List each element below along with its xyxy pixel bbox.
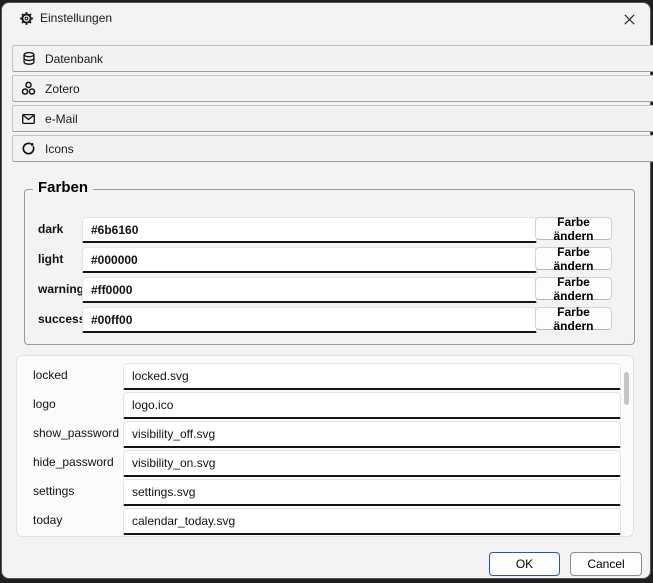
section-header-datenbank[interactable]: Datenbank [12, 45, 653, 72]
colors-group-legend: Farben [33, 179, 93, 196]
color-input-warning[interactable]: #ff0000 [82, 277, 537, 303]
database-icon [21, 51, 36, 66]
settings-dialog: Einstellungen Datenbank [1, 2, 651, 579]
icon-input-settings[interactable]: settings.svg [123, 479, 621, 506]
change-color-button-light[interactable]: Farbe ändern [535, 247, 612, 270]
color-label-warning: warning [38, 277, 84, 300]
section-header-zotero[interactable]: Zotero [12, 75, 653, 102]
icon-input-hide-password[interactable]: visibility_on.svg [123, 450, 621, 477]
section-label: Datenbank [45, 52, 103, 66]
section-label: e-Mail [45, 112, 78, 126]
icon-label-today: today [33, 508, 121, 532]
icon-label-hide-password: hide_password [33, 450, 121, 474]
icon-label-logo: logo [33, 392, 121, 416]
icon-input-show-password[interactable]: visibility_off.svg [123, 421, 621, 448]
envelope-icon [21, 111, 36, 126]
change-color-button-dark[interactable]: Farbe ändern [535, 217, 612, 240]
section-label: Icons [45, 142, 74, 156]
color-label-dark: dark [38, 217, 84, 240]
vertical-scrollbar-thumb[interactable] [624, 372, 629, 405]
close-button[interactable] [614, 8, 644, 30]
icon-label-show-password: show_password [33, 421, 121, 445]
color-input-dark[interactable]: #6b6160 [82, 217, 537, 243]
section-label: Zotero [45, 82, 80, 96]
gear-icon [19, 11, 34, 26]
window-title: Einstellungen [40, 3, 112, 33]
zotero-icon [21, 81, 36, 96]
section-header-icons[interactable]: Icons [12, 135, 653, 162]
color-input-light[interactable]: #000000 [82, 247, 537, 273]
icon-label-settings: settings [33, 479, 121, 503]
section-header-email[interactable]: e-Mail [12, 105, 653, 132]
icons-list-panel: locked locked.svg logo logo.ico show_pas… [16, 355, 634, 537]
sync-icon [21, 141, 36, 156]
color-label-success: success [38, 307, 84, 330]
icon-input-logo[interactable]: logo.ico [123, 392, 621, 419]
close-icon [622, 12, 637, 27]
icon-input-today[interactable]: calendar_today.svg [123, 508, 621, 535]
change-color-button-success[interactable]: Farbe ändern [535, 307, 612, 330]
desktop-backdrop: Einstellungen Datenbank [0, 0, 653, 583]
title-bar[interactable]: Einstellungen [2, 3, 650, 33]
color-input-success[interactable]: #00ff00 [82, 307, 537, 333]
ok-button[interactable]: OK [489, 552, 560, 576]
color-label-light: light [38, 247, 84, 270]
cancel-button[interactable]: Cancel [570, 552, 642, 576]
change-color-button-warning[interactable]: Farbe ändern [535, 277, 612, 300]
icon-label-locked: locked [33, 363, 121, 387]
icon-input-locked[interactable]: locked.svg [123, 363, 621, 390]
